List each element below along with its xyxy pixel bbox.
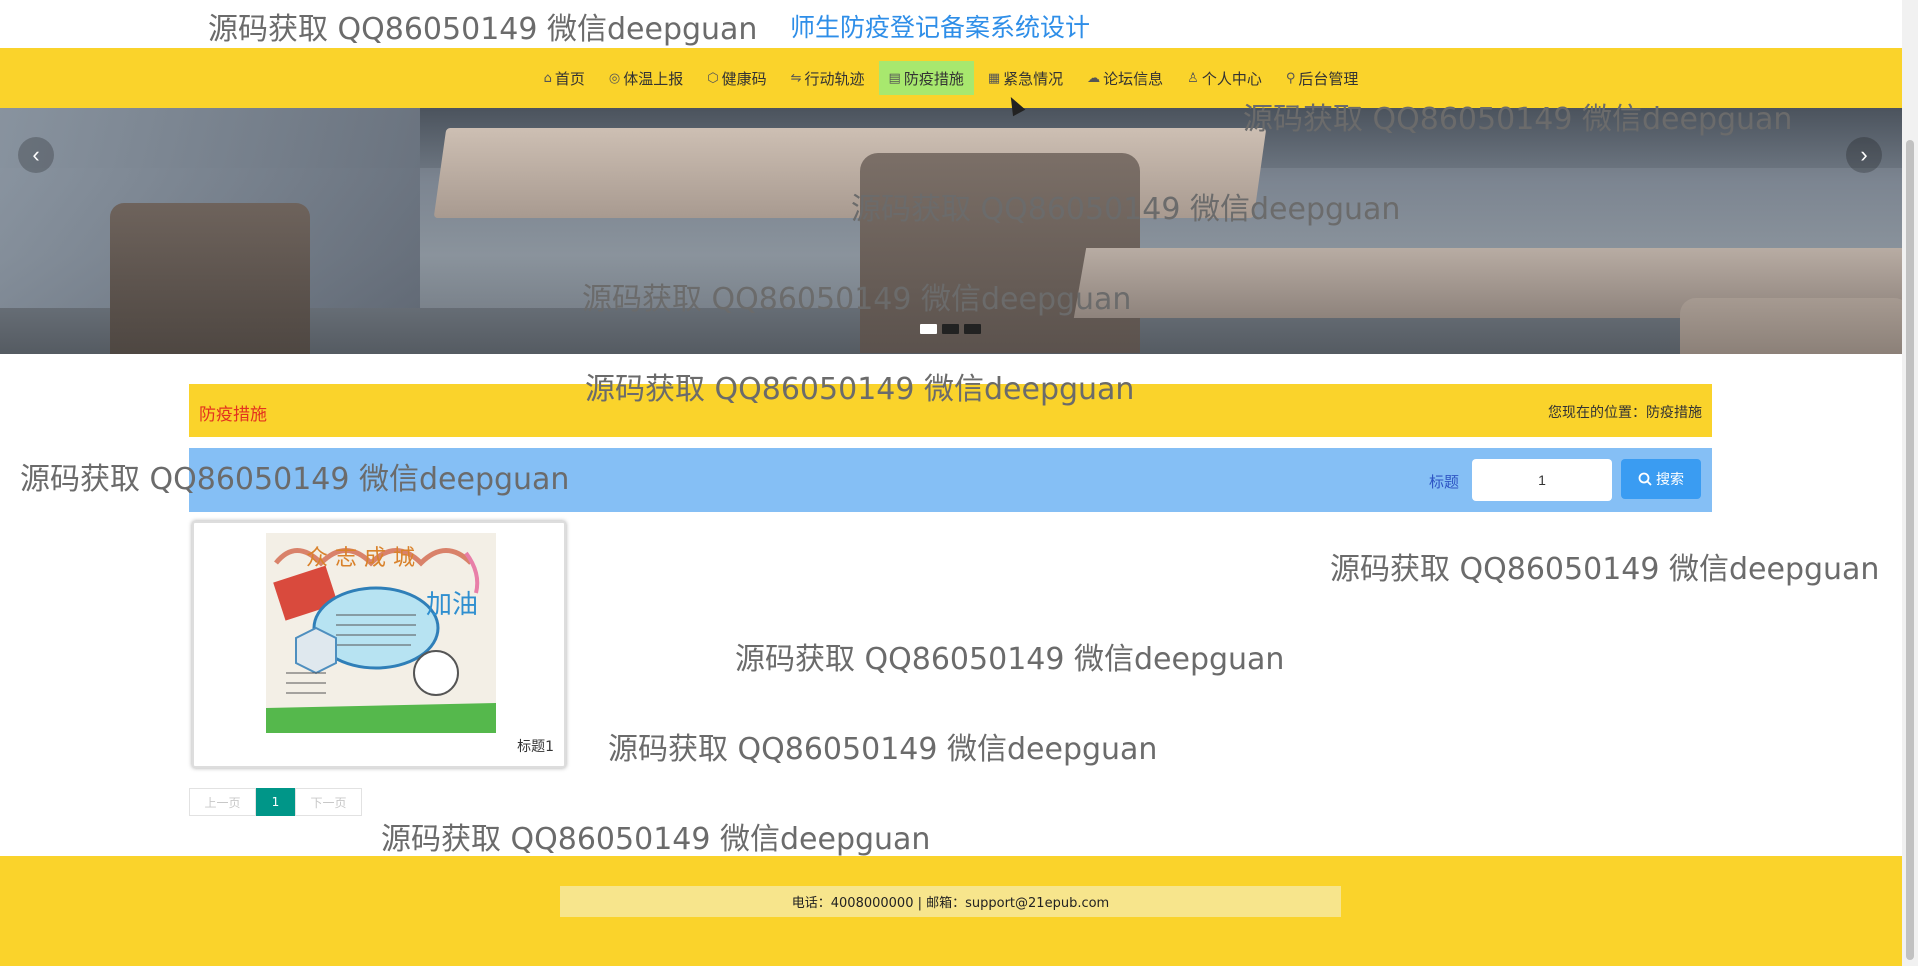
sliders-icon: ⇋: [790, 70, 802, 86]
nav-item-admin[interactable]: ⚲ 后台管理: [1276, 61, 1369, 95]
banner-image-chair: [1680, 298, 1902, 354]
search-bar: 标题 搜索: [189, 448, 1712, 512]
prev-page-button[interactable]: 上一页: [189, 788, 256, 816]
nav-item-temperature[interactable]: ◎ 体温上报: [599, 61, 693, 95]
banner-carousel: [0, 108, 1902, 354]
carousel-prev-button[interactable]: ‹: [18, 137, 54, 173]
svg-text:加油: 加油: [426, 590, 478, 620]
breadcrumb-prefix: 您现在的位置：: [1548, 405, 1646, 421]
nav-item-label: 后台管理: [1298, 69, 1359, 88]
footer: 电话：4008000000 | 邮箱：support@21epub.com: [0, 856, 1902, 966]
nav-item-label: 行动轨迹: [804, 69, 865, 88]
cloud-icon: ☁: [1087, 70, 1101, 86]
breadcrumb-bar: 防疫措施 您现在的位置： 防疫措施: [189, 384, 1712, 437]
section-title: 防疫措施: [199, 405, 267, 425]
carousel-indicators: [920, 324, 981, 334]
carousel-dot-2[interactable]: [942, 324, 959, 334]
nav-item-home[interactable]: ⌂ 首页: [534, 61, 595, 95]
card-caption: 标题1: [517, 739, 554, 755]
search-button-label: 搜索: [1656, 472, 1684, 488]
user-icon: ♙: [1187, 70, 1199, 86]
carousel-dot-3[interactable]: [964, 324, 981, 334]
poster-image: 众 志 成 城 加油: [266, 533, 496, 733]
nav-item-label: 个人中心: [1201, 69, 1262, 88]
current-page[interactable]: 1: [256, 788, 295, 816]
top-header: 师生防疫登记备案系统设计: [0, 0, 1902, 48]
scrollbar-thumb[interactable]: [1906, 140, 1914, 960]
nav-item-measures[interactable]: ▤ 防疫措施: [878, 61, 974, 95]
nav-item-profile[interactable]: ♙ 个人中心: [1177, 61, 1272, 95]
nav-item-health-code[interactable]: ⬡ 健康码: [697, 61, 776, 95]
watermark-text: 源码获取 QQ86050149 微信deepguan: [1330, 552, 1880, 587]
nav-item-forum[interactable]: ☁ 论坛信息: [1077, 61, 1173, 95]
search-label: 标题: [1429, 473, 1460, 491]
site-title: 师生防疫登记备案系统设计: [790, 13, 1091, 42]
search-input[interactable]: [1472, 459, 1612, 501]
clipboard-icon: ▤: [888, 70, 901, 86]
watermark-text: 源码获取 QQ86050149 微信deepguan: [381, 822, 931, 857]
nav-item-label: 紧急情况: [1003, 69, 1064, 88]
main-nav: ⌂ 首页 ◎ 体温上报 ⬡ 健康码 ⇋ 行动轨迹 ▤ 防疫措施 ▦ 紧急情况 ☁…: [0, 48, 1902, 108]
nav-item-label: 体温上报: [623, 69, 684, 88]
search-button[interactable]: 搜索: [1621, 459, 1701, 499]
grid-icon: ▦: [987, 70, 1001, 86]
nav-item-label: 防疫措施: [903, 69, 964, 88]
measure-card[interactable]: 众 志 成 城 加油 标题1: [192, 521, 566, 768]
carousel-dot-1[interactable]: [920, 324, 937, 334]
card-image: 众 志 成 城 加油: [266, 533, 496, 733]
breadcrumb: 您现在的位置： 防疫措施: [1548, 402, 1702, 422]
chevron-left-icon: ‹: [32, 142, 40, 167]
chevron-right-icon: ›: [1860, 142, 1868, 167]
watermark-text: 源码获取 QQ86050149 微信deepguan: [735, 642, 1285, 677]
nav-item-track[interactable]: ⇋ 行动轨迹: [781, 61, 875, 95]
page: 师生防疫登记备案系统设计 ⌂ 首页 ◎ 体温上报 ⬡ 健康码 ⇋ 行动轨迹 ▤ …: [0, 0, 1918, 966]
page-scrollbar[interactable]: [1902, 0, 1918, 966]
nav-item-label: 首页: [554, 69, 585, 88]
breadcrumb-current[interactable]: 防疫措施: [1646, 402, 1702, 422]
carousel-next-button[interactable]: ›: [1846, 137, 1882, 173]
search-icon: [1638, 472, 1652, 486]
nav-item-emergency[interactable]: ▦ 紧急情况: [978, 61, 1073, 95]
nav-item-label: 论坛信息: [1103, 69, 1164, 88]
cube-icon: ⬡: [707, 70, 719, 86]
watermark-text: 源码获取 QQ86050149 微信deepguan: [608, 732, 1158, 767]
banner-image-desk: [433, 128, 1267, 218]
link-icon: ⚲: [1285, 70, 1296, 86]
home-icon: ⌂: [543, 70, 552, 86]
next-page-button[interactable]: 下一页: [295, 788, 362, 816]
footer-contact: 电话：4008000000 | 邮箱：support@21epub.com: [560, 886, 1341, 917]
nav-item-label: 健康码: [721, 69, 767, 88]
banner-image-chair: [110, 203, 310, 354]
globe-icon: ◎: [608, 70, 621, 86]
pagination: 上一页 1 下一页: [189, 788, 362, 816]
